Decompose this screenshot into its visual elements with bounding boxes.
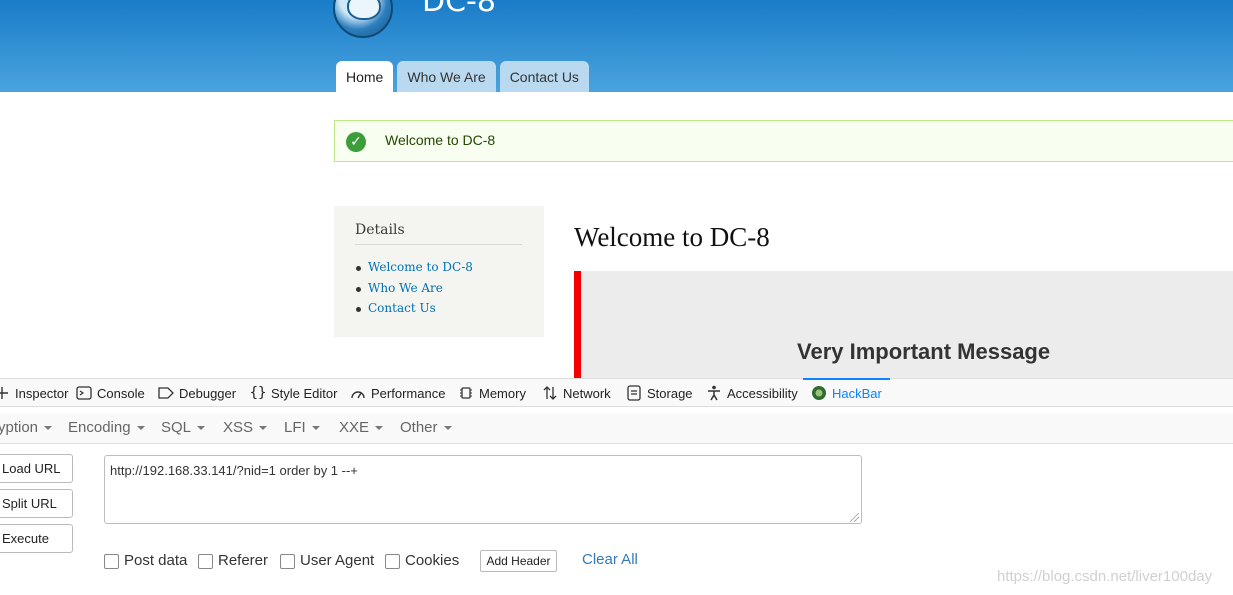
user-agent-label: User Agent: [300, 551, 375, 569]
hackbar-menu: yption Encoding SQL XSS LFI XXE Other: [0, 413, 1233, 444]
referer-option[interactable]: Referer: [198, 551, 268, 569]
tab-performance[interactable]: Performance: [350, 379, 445, 407]
menu-xss-label: XSS: [223, 419, 254, 436]
network-arrows-icon: [542, 385, 558, 401]
tab-home[interactable]: Home: [336, 61, 394, 92]
watermark: https://blog.csdn.net/liver100day: [997, 568, 1213, 585]
menu-xxe-label: XXE: [339, 419, 370, 436]
tab-who-we-are[interactable]: Who We Are: [397, 61, 496, 92]
clear-all-link[interactable]: Clear All: [582, 551, 638, 568]
caret-icon: [375, 426, 384, 431]
menu-sql-label: SQL: [161, 419, 192, 436]
tab-style-editor[interactable]: {} Style Editor: [249, 379, 338, 407]
execute-button[interactable]: Execute: [0, 524, 73, 553]
user-agent-checkbox[interactable]: [280, 554, 295, 569]
debugger-icon: [158, 385, 174, 401]
sidebar-list: Welcome to DC-8 Who We Are Contact Us: [356, 260, 473, 322]
tab-network[interactable]: Network: [542, 379, 611, 407]
menu-encoding[interactable]: Encoding: [68, 419, 145, 436]
sidebar-details: Details Welcome to DC-8 Who We Are Conta…: [334, 206, 544, 337]
tab-inspector[interactable]: Inspector: [0, 379, 68, 407]
post-data-label: Post data: [124, 551, 188, 569]
sidebar-title: Details: [355, 222, 522, 245]
post-data-checkbox[interactable]: [104, 554, 119, 569]
menu-xss[interactable]: XSS: [223, 419, 268, 436]
primary-tabs: Home Who We Are Contact Us: [336, 61, 589, 92]
add-header-button[interactable]: Add Header: [480, 550, 557, 572]
post-data-option[interactable]: Post data: [104, 551, 187, 569]
caret-icon: [44, 426, 53, 431]
page-title: Welcome to DC-8: [574, 222, 770, 252]
sidebar-item-contact-us[interactable]: Contact Us: [356, 301, 473, 322]
user-agent-option[interactable]: User Agent: [280, 551, 374, 569]
cookies-option[interactable]: Cookies: [385, 551, 459, 569]
caret-icon: [197, 426, 206, 431]
tab-hackbar-label: HackBar: [832, 385, 882, 401]
message-heading: Very Important Message: [797, 339, 1051, 364]
tab-memory[interactable]: Memory: [458, 379, 526, 407]
cookies-label: Cookies: [405, 551, 460, 569]
resize-handle[interactable]: [850, 513, 859, 522]
storage-icon: [626, 385, 642, 401]
tab-contact-us[interactable]: Contact Us: [499, 61, 589, 92]
important-message-box: Very Important Message: [574, 271, 1233, 379]
status-message: ✓ Welcome to DC-8: [334, 120, 1233, 162]
tab-style-editor-label: Style Editor: [271, 385, 338, 401]
tab-storage-label: Storage: [647, 385, 693, 401]
tab-storage[interactable]: Storage: [626, 379, 693, 407]
sidebar-item-welcome[interactable]: Welcome to DC-8: [356, 260, 473, 281]
status-text: Welcome to DC-8: [385, 132, 496, 148]
menu-encoding-label: Encoding: [68, 419, 131, 436]
inspector-icon: [0, 385, 10, 401]
devtools-toolbar: Inspector Console Debugger {} Style Edit…: [0, 378, 1233, 407]
check-icon: ✓: [346, 132, 366, 152]
tab-console[interactable]: Console: [76, 379, 145, 407]
url-input[interactable]: http://192.168.33.141/?nid=1 order by 1 …: [104, 455, 862, 524]
tab-debugger-label: Debugger: [179, 385, 237, 401]
load-url-button[interactable]: Load URL: [0, 454, 73, 483]
gauge-icon: [350, 385, 366, 401]
cookies-checkbox[interactable]: [385, 554, 400, 569]
split-url-button[interactable]: Split URL: [0, 489, 73, 518]
accessibility-icon: [706, 385, 722, 401]
tab-console-label: Console: [97, 385, 145, 401]
tab-debugger[interactable]: Debugger: [158, 379, 236, 407]
menu-lfi[interactable]: LFI: [284, 419, 320, 436]
referer-label: Referer: [218, 551, 269, 569]
console-icon: [76, 385, 92, 401]
tab-performance-label: Performance: [371, 385, 446, 401]
tab-inspector-label: Inspector: [15, 385, 69, 401]
tab-hackbar[interactable]: HackBar: [803, 378, 890, 407]
tab-accessibility[interactable]: Accessibility: [706, 379, 798, 407]
referer-checkbox[interactable]: [198, 554, 213, 569]
hackbar-icon: [811, 385, 827, 401]
site-header: DC-8 Home Who We Are Contact Us: [0, 0, 1233, 92]
drupal-logo[interactable]: [333, 0, 393, 38]
caret-icon: [136, 426, 145, 431]
sidebar-item-who-we-are[interactable]: Who We Are: [356, 281, 473, 302]
tab-memory-label: Memory: [479, 385, 526, 401]
menu-xxe[interactable]: XXE: [339, 419, 384, 436]
braces-icon: {}: [249, 385, 267, 401]
caret-icon: [311, 426, 320, 431]
menu-encryption[interactable]: yption: [0, 419, 53, 436]
memory-chip-icon: [458, 385, 474, 401]
drupal-drop-icon: [347, 0, 381, 20]
menu-encryption-label: yption: [0, 419, 39, 436]
tab-accessibility-label: Accessibility: [727, 385, 798, 401]
caret-icon: [259, 426, 268, 431]
caret-icon: [443, 426, 452, 431]
tab-network-label: Network: [563, 385, 611, 401]
menu-other[interactable]: Other: [400, 419, 452, 436]
menu-sql[interactable]: SQL: [161, 419, 206, 436]
site-name[interactable]: DC-8: [422, 0, 496, 19]
menu-other-label: Other: [400, 419, 438, 436]
menu-lfi-label: LFI: [284, 419, 306, 436]
